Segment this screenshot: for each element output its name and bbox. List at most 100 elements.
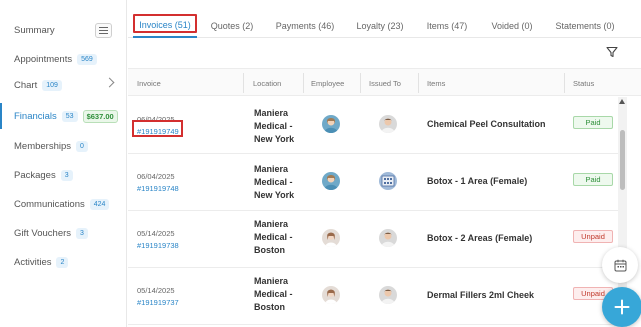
sidebar-item-label: Financials — [14, 110, 57, 122]
location-cell: Maniera Medical - New York — [254, 107, 314, 146]
employee-avatar[interactable] — [322, 172, 340, 190]
location-line: Boston — [254, 302, 285, 312]
calendar-button[interactable] — [602, 247, 638, 283]
sidebar-item-gift-vouchers[interactable]: Gift Vouchers 3 — [0, 222, 126, 244]
table-row[interactable]: 05/14/2025 #191919738 Maniera Medical - … — [128, 211, 618, 268]
tab-quotes[interactable]: Quotes (2) — [208, 14, 256, 38]
count-badge: 0 — [76, 140, 88, 152]
item-name: Botox - 2 Areas (Female) — [427, 233, 533, 243]
location-line: New York — [254, 134, 295, 144]
column-header-items[interactable]: Items — [427, 69, 445, 97]
client-avatar[interactable] — [379, 229, 397, 247]
scroll-up-arrow-icon[interactable] — [619, 99, 625, 104]
table-row[interactable]: 05/14/2025 #191919737 Maniera Medical - … — [128, 268, 618, 325]
location-line: Maniera — [254, 276, 289, 286]
hamburger-icon-line — [99, 33, 108, 34]
sidebar-item-label: Communications — [14, 198, 85, 210]
tab-payments[interactable]: Payments (46) — [274, 14, 336, 38]
location-line: Maniera — [254, 108, 289, 118]
sidebar-item-label: Appointments — [14, 53, 73, 65]
count-badge: 569 — [77, 53, 97, 65]
tab-bar: Invoices (51) Quotes (2) Payments (46) L… — [128, 14, 641, 38]
tab-loyalty[interactable]: Loyalty (23) — [354, 14, 406, 38]
hamburger-icon — [99, 27, 108, 28]
column-header-issued-to[interactable]: Issued To — [369, 69, 401, 97]
invoice-date: 05/14/2025 — [137, 229, 175, 238]
sidebar-item-appointments[interactable]: Appointments 569 — [0, 48, 126, 70]
sidebar-item-communications[interactable]: Communications 424 — [0, 193, 126, 215]
column-divider — [243, 73, 244, 93]
sidebar-item-label: Activities — [14, 256, 52, 268]
tab-voided[interactable]: Voided (0) — [489, 14, 535, 38]
table-row[interactable]: 06/04/2025 #191919748 Maniera Medical - … — [128, 154, 618, 211]
location-line: Boston — [254, 245, 285, 255]
location-line: Maniera — [254, 219, 289, 229]
location-line: Medical - — [254, 232, 293, 242]
sidebar-item-label: Gift Vouchers — [14, 227, 72, 239]
location-cell: Maniera Medical - Boston — [254, 218, 314, 257]
client-avatar[interactable] — [379, 172, 397, 190]
sidebar-item-label: Packages — [14, 169, 56, 181]
employee-avatar[interactable] — [322, 229, 340, 247]
column-header-status[interactable]: Status — [573, 69, 594, 97]
column-header-invoice[interactable]: Invoice — [137, 69, 161, 97]
status-badge: Unpaid — [573, 230, 613, 243]
balance-badge: $637.00 — [82, 109, 118, 123]
location-line: Medical - — [254, 177, 293, 187]
column-divider — [564, 73, 565, 93]
invoice-date: 06/04/2025 — [137, 172, 175, 181]
sidebar-item-memberships[interactable]: Memberships 0 — [0, 135, 126, 157]
sidebar-item-activities[interactable]: Activities 2 — [0, 251, 126, 273]
location-line: Medical - — [254, 289, 293, 299]
count-badge: 424 — [89, 198, 110, 210]
invoice-number-link[interactable]: #191919738 — [137, 241, 179, 250]
tab-items[interactable]: Items (47) — [425, 14, 469, 38]
sidebar-item-financials[interactable]: Financials 53 $637.00 — [0, 103, 126, 129]
sidebar-item-packages[interactable]: Packages 3 — [0, 164, 126, 186]
column-divider — [303, 73, 304, 93]
tab-invoices[interactable]: Invoices (51) — [133, 14, 197, 38]
invoice-number-link[interactable]: #191919748 — [137, 184, 179, 193]
hamburger-icon-line — [99, 30, 108, 31]
item-name: Botox - 1 Area (Female) — [427, 176, 528, 186]
count-badge: 53 — [61, 110, 78, 122]
status-badge: Paid — [573, 116, 613, 129]
sidebar-item-label: Memberships — [14, 140, 72, 152]
sidebar-item-label: Summary — [14, 24, 55, 36]
scrollbar-thumb[interactable] — [620, 130, 625, 190]
column-header-location[interactable]: Location — [253, 69, 281, 97]
invoice-number-link[interactable]: #191919749 — [137, 127, 179, 136]
table-header: Invoice Location Employee Issued To Item… — [128, 68, 641, 96]
sidebar: Summary Appointments 569 Chart 109 Finan… — [0, 0, 127, 327]
sidebar-item-label: Chart — [14, 79, 38, 91]
employee-avatar[interactable] — [322, 115, 340, 133]
menu-toggle-button[interactable] — [95, 23, 112, 38]
location-line: Maniera — [254, 164, 289, 174]
table-row[interactable]: 06/04/2025 #191919749 Maniera Medical - … — [128, 97, 618, 154]
count-badge: 3 — [76, 227, 88, 239]
client-avatar[interactable] — [379, 115, 397, 133]
invoice-date: 06/04/2025 — [137, 115, 175, 124]
client-avatar[interactable] — [379, 286, 397, 304]
column-header-employee[interactable]: Employee — [311, 69, 344, 97]
column-divider — [360, 73, 361, 93]
column-divider — [418, 73, 419, 93]
location-line: New York — [254, 190, 295, 200]
employee-avatar[interactable] — [322, 286, 340, 304]
tab-statements[interactable]: Statements (0) — [555, 14, 615, 38]
count-badge: 3 — [60, 169, 73, 181]
location-cell: Maniera Medical - New York — [254, 163, 314, 202]
filter-icon[interactable] — [606, 46, 618, 58]
invoice-number-link[interactable]: #191919737 — [137, 298, 179, 307]
location-cell: Maniera Medical - Boston — [254, 275, 314, 314]
plus-icon — [614, 299, 630, 315]
item-name: Chemical Peel Consultation — [427, 119, 546, 129]
invoice-date: 05/14/2025 — [137, 286, 175, 295]
location-line: Medical - — [254, 121, 293, 131]
calendar-icon — [614, 259, 626, 271]
item-name: Dermal Fillers 2ml Cheek — [427, 290, 535, 300]
status-badge: Paid — [573, 173, 613, 186]
count-badge: 109 — [42, 79, 62, 91]
add-button[interactable] — [602, 287, 641, 327]
count-badge: 2 — [56, 256, 69, 268]
